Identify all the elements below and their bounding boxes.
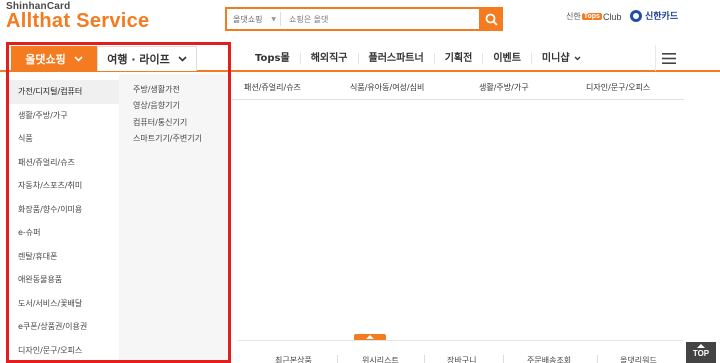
category-item-cosmetics[interactable]: 화장품/향수/이미용 [9, 198, 119, 222]
subcategory-item[interactable]: 주방/생활가전 [119, 81, 227, 98]
search-icon [485, 13, 498, 26]
quick-wishlist[interactable]: 위시리스트 [362, 355, 399, 363]
nav-link-tops-mall[interactable]: Tops몰 [245, 53, 300, 64]
search-scope-select[interactable]: 올댓쇼핑 ▼ [227, 12, 281, 26]
scroll-top-button[interactable]: TOP [686, 342, 716, 363]
quick-rewards[interactable]: 올댓리워드 [620, 355, 657, 363]
nav-link-plus-partner[interactable]: 플러스파트너 [357, 53, 434, 64]
tab-travel-life[interactable]: 여행 · 라이프 [97, 46, 197, 71]
subcategory-item[interactable]: 영상/음향기기 [119, 98, 227, 115]
tab-travel-label: 여행 · 라이프 [107, 53, 170, 66]
subcategory-list: 주방/생활가전 영상/음향기기 컴퓨터/통신기기 스마트기기/주변기기 [119, 74, 227, 363]
nav-link-exhibition[interactable]: 기획전 [433, 53, 483, 64]
scroll-top-label: TOP [692, 349, 710, 358]
nav-menu-links: Tops몰 해외직구 플러스파트너 기획전 이벤트 미니샵 [245, 46, 591, 71]
shinhan-card-link[interactable]: 신한카드 [630, 9, 678, 22]
category-item-design[interactable]: 디자인/문구/오피스 [9, 339, 119, 363]
chevron-down-icon: ▼ [271, 15, 276, 23]
quick-cart[interactable]: 장바구니 [447, 355, 476, 363]
mega-head-food[interactable]: 식품/유아동/여성/심비 [350, 82, 424, 93]
hamburger-icon [661, 52, 676, 64]
tops-club-label: Club [602, 11, 622, 22]
nav-link-overseas[interactable]: 해외직구 [299, 53, 358, 64]
category-item-e-super[interactable]: e-슈퍼 [9, 221, 119, 245]
chevron-down-icon [574, 56, 580, 61]
category-item-fashion[interactable]: 패션/쥬얼리/슈즈 [9, 151, 119, 175]
main-nav: 올댓쇼핑 여행 · 라이프 Tops몰 해외직구 플러스파트너 기획전 이벤트 … [0, 44, 720, 72]
chevron-down-icon [74, 55, 83, 62]
search-input[interactable] [281, 9, 479, 29]
arrow-up-icon [697, 344, 705, 348]
site-logo[interactable]: ShinhanCard Allthat Service [6, 1, 149, 32]
category-list: 가전/디지털/컴퓨터 생활/주방/가구 식품 패션/쥬얼리/슈즈 자동차/스포츠… [9, 80, 119, 362]
mega-menu-headers: 패션/쥬얼리/슈즈 식품/유아동/여성/심비 생활/주방/가구 디자인/문구/오… [232, 74, 684, 100]
chevron-down-icon [178, 56, 187, 62]
nav-link-event[interactable]: 이벤트 [482, 53, 531, 64]
quick-divider [597, 355, 598, 363]
category-item-electronics[interactable]: 가전/디지털/컴퓨터 [9, 80, 119, 104]
hamburger-menu-button[interactable] [655, 45, 681, 71]
quick-bar: 최근본상품 위시리스트 장바구니 주문배송조회 올댓리워드 [237, 340, 683, 363]
search-button[interactable] [479, 7, 503, 31]
tab-allthat-shopping[interactable]: 올댓쇼핑 [11, 46, 97, 71]
category-item-books[interactable]: 도서/서비스/꽃배달 [9, 292, 119, 316]
tops-club-link[interactable]: 신한 Tops Club [566, 11, 621, 22]
shinhan-logo-icon [630, 9, 642, 22]
quick-divider [337, 355, 338, 363]
category-item-auto-sports[interactable]: 자동차/스포츠/취미 [9, 174, 119, 198]
mega-head-design[interactable]: 디자인/문구/오피스 [586, 82, 650, 93]
search-scope-label: 올댓쇼핑 [233, 14, 263, 24]
tops-badge: Tops [581, 13, 602, 20]
search-bar: 올댓쇼핑 ▼ [225, 7, 503, 31]
mega-head-living[interactable]: 생활/주방/가구 [479, 82, 529, 93]
nav-link-minishop-label: 미니샵 [541, 53, 570, 64]
category-item-living[interactable]: 생활/주방/가구 [9, 104, 119, 128]
category-item-pet[interactable]: 애완동물용품 [9, 268, 119, 292]
tab-shopping-label: 올댓쇼핑 [25, 52, 66, 66]
tops-club-prefix: 신한 [566, 12, 581, 21]
nav-link-minishop[interactable]: 미니샵 [530, 53, 591, 64]
mega-head-fashion[interactable]: 패션/쥬얼리/슈즈 [244, 82, 301, 93]
category-item-food[interactable]: 식품 [9, 127, 119, 151]
category-dropdown: 가전/디지털/컴퓨터 생활/주방/가구 식품 패션/쥬얼리/슈즈 자동차/스포츠… [9, 74, 227, 363]
category-item-rental[interactable]: 렌탈/휴대폰 [9, 245, 119, 269]
quick-order-tracking[interactable]: 주문배송조회 [527, 355, 571, 363]
quick-recent-items[interactable]: 최근본상품 [275, 355, 312, 363]
quick-divider [503, 355, 504, 363]
shinhan-card-label: 신한카드 [645, 12, 679, 22]
category-item-ecoupon[interactable]: e쿠폰/상품권/이용권 [9, 315, 119, 339]
logo-main-text: Allthat Service [6, 10, 150, 32]
subcategory-item[interactable]: 스마트기기/주변기기 [119, 131, 227, 148]
quick-divider [424, 355, 425, 363]
subcategory-item[interactable]: 컴퓨터/통신기기 [119, 114, 227, 131]
